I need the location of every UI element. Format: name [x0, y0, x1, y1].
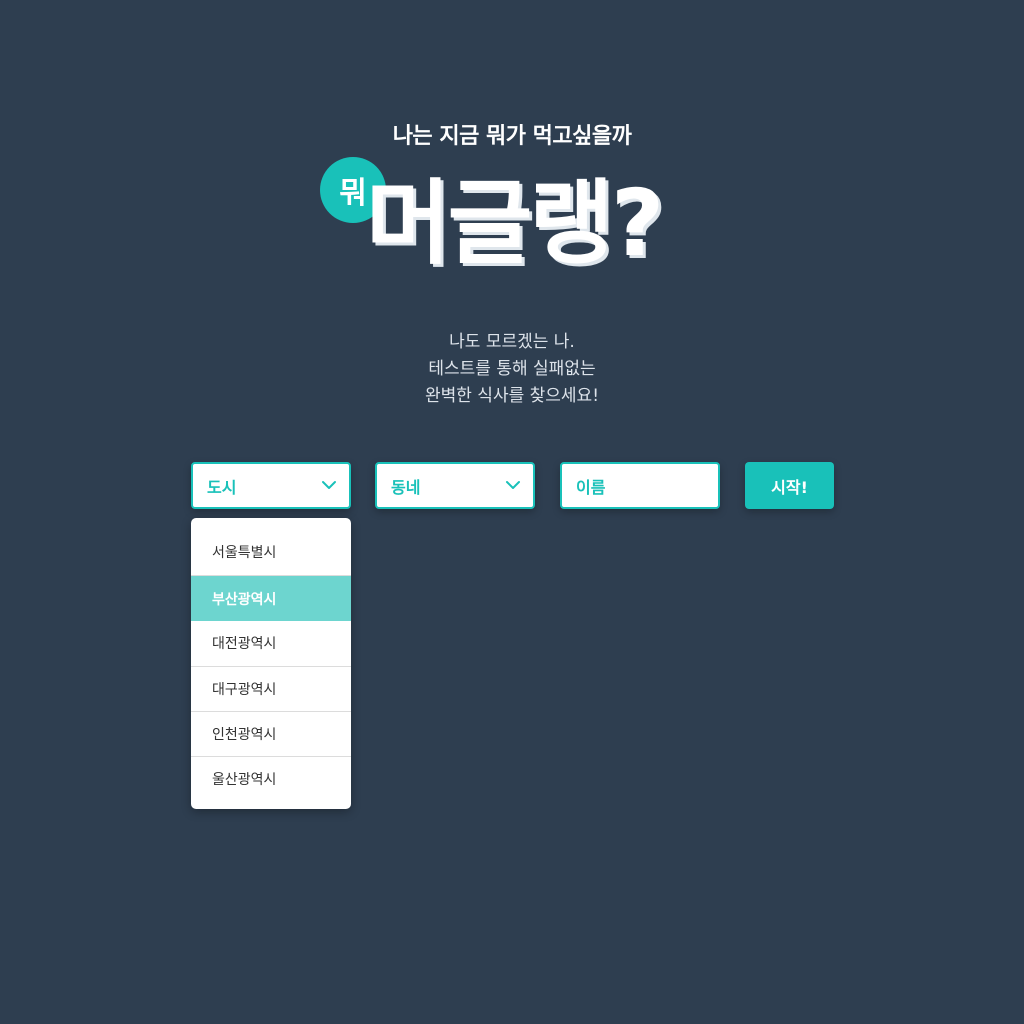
city-option-busan[interactable]: 부산광역시: [191, 576, 351, 621]
city-select-label: 도시: [207, 477, 237, 497]
name-input-placeholder: 이름: [576, 477, 606, 497]
chevron-down-icon: [322, 481, 336, 489]
city-option-incheon[interactable]: 인천광역시: [191, 711, 351, 756]
chevron-down-icon: [506, 481, 520, 489]
city-option-ulsan[interactable]: 울산광역시: [191, 756, 351, 801]
city-option-daejeon[interactable]: 대전광역시: [191, 620, 351, 665]
town-select-label: 동네: [391, 477, 421, 497]
logo-title: 머글랭?: [366, 170, 664, 277]
city-dropdown-menu: 서울특별시 부산광역시 대전광역시 대구광역시 인천광역시 울산광역시: [191, 518, 351, 809]
town-select[interactable]: 동네: [375, 462, 535, 509]
tagline: 나는 지금 뭐가 먹고싶을까: [392, 124, 632, 149]
description: 나도 모르겠는 나. 테스트를 통해 실패없는 완벽한 식사를 찾으세요!: [0, 329, 1024, 410]
description-line-1: 나도 모르겠는 나.: [449, 332, 575, 352]
name-input[interactable]: 이름: [560, 462, 720, 509]
city-option-daegu[interactable]: 대구광역시: [191, 666, 351, 711]
city-select[interactable]: 도시: [191, 462, 351, 509]
description-line-3: 완벽한 식사를 찾으세요!: [424, 386, 600, 406]
start-button[interactable]: 시작!: [745, 462, 834, 509]
description-line-2: 테스트를 통해 실패없는: [428, 359, 596, 379]
logo: 뭐 머글랭?: [318, 156, 698, 291]
city-option-seoul[interactable]: 서울특별시: [191, 529, 351, 574]
